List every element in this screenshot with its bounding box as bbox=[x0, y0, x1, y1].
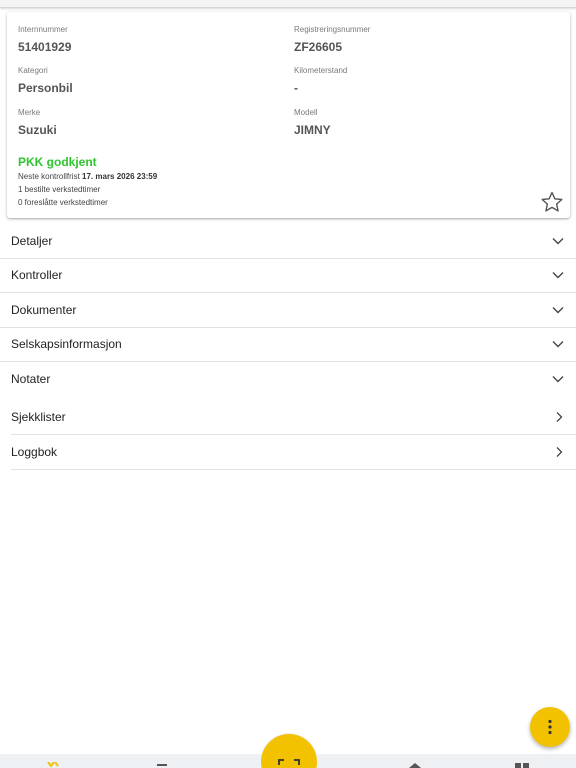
link-label: Loggbok bbox=[11, 444, 58, 459]
nav-home-icon[interactable] bbox=[46, 762, 60, 768]
field-value: - bbox=[294, 81, 298, 95]
section-label: Detaljer bbox=[11, 233, 53, 248]
chevron-down-icon bbox=[552, 341, 564, 348]
section-label: Selskapsinformasjon bbox=[11, 337, 122, 352]
section-label: Notater bbox=[11, 372, 51, 387]
scan-button[interactable] bbox=[261, 734, 317, 768]
favorite-button[interactable] bbox=[540, 190, 564, 214]
top-app-bar-edge bbox=[0, 0, 576, 8]
more-actions-button[interactable] bbox=[530, 707, 570, 747]
chevron-right-icon bbox=[556, 412, 563, 423]
field-value: Suzuki bbox=[18, 123, 57, 137]
scan-button-wrapper bbox=[260, 733, 318, 768]
inspection-status: PKK godkjent Neste kontrollfrist 17. mar… bbox=[18, 155, 157, 209]
suggested-hours: 0 foreslåtte verkstedtimer bbox=[18, 198, 108, 207]
next-deadline-prefix: Neste kontrollfrist bbox=[18, 172, 80, 181]
field-label: Kilometerstand bbox=[294, 66, 348, 75]
field-category: Kategori Personbil bbox=[18, 66, 73, 96]
chevron-down-icon bbox=[552, 237, 564, 245]
field-label: Merke bbox=[18, 108, 41, 117]
section-label: Kontroller bbox=[11, 268, 63, 283]
star-outline-icon bbox=[541, 191, 563, 212]
next-deadline: Neste kontrollfrist 17. mars 2026 23:59 bbox=[18, 170, 157, 183]
ordered-hours: 1 bestilte verkstedtimer bbox=[18, 185, 101, 194]
link-label: Sjekklister bbox=[11, 410, 66, 425]
section-details[interactable]: Detaljer bbox=[0, 224, 576, 259]
field-make: Merke Suzuki bbox=[18, 108, 57, 138]
field-mileage: Kilometerstand - bbox=[294, 66, 347, 96]
scan-icon bbox=[278, 759, 300, 765]
status-title: PKK godkjent bbox=[18, 155, 97, 169]
field-value: 51401929 bbox=[18, 40, 72, 54]
more-vert-icon bbox=[548, 719, 552, 735]
section-company-info[interactable]: Selskapsinformasjon bbox=[0, 328, 576, 362]
section-label: Dokumenter bbox=[11, 302, 77, 317]
section-list: Detaljer Kontroller Dokumenter Selskapsi… bbox=[0, 224, 576, 470]
chevron-down-icon bbox=[552, 376, 564, 383]
nav-grid-icon[interactable] bbox=[514, 762, 530, 768]
field-label: Registreringsnummer bbox=[294, 25, 371, 34]
field-value: ZF26605 bbox=[294, 40, 343, 54]
field-internal-number: Internnummer 51401929 bbox=[18, 25, 71, 55]
section-notes[interactable]: Notater bbox=[0, 362, 576, 397]
section-controls[interactable]: Kontroller bbox=[0, 259, 576, 293]
nav-list-icon[interactable] bbox=[156, 762, 168, 768]
section-documents[interactable]: Dokumenter bbox=[0, 293, 576, 328]
field-label: Kategori bbox=[18, 66, 48, 75]
chevron-down-icon bbox=[552, 272, 564, 279]
chevron-down-icon bbox=[552, 306, 564, 314]
next-deadline-date: 17. mars 2026 23:59 bbox=[82, 172, 158, 181]
field-label: Internnummer bbox=[18, 25, 68, 34]
vehicle-card: Internnummer 51401929 Registreringsnumme… bbox=[7, 12, 570, 218]
chevron-right-icon bbox=[556, 446, 563, 457]
field-value: Personbil bbox=[18, 81, 73, 95]
field-registration-number: Registreringsnummer ZF26605 bbox=[294, 25, 370, 55]
nav-building-icon[interactable] bbox=[408, 762, 422, 768]
link-logbook[interactable]: Loggbok bbox=[11, 435, 576, 470]
field-label: Modell bbox=[294, 108, 318, 117]
field-value: JIMNY bbox=[294, 123, 331, 137]
field-model: Modell JIMNY bbox=[294, 108, 331, 138]
link-checklists[interactable]: Sjekklister bbox=[11, 401, 576, 435]
